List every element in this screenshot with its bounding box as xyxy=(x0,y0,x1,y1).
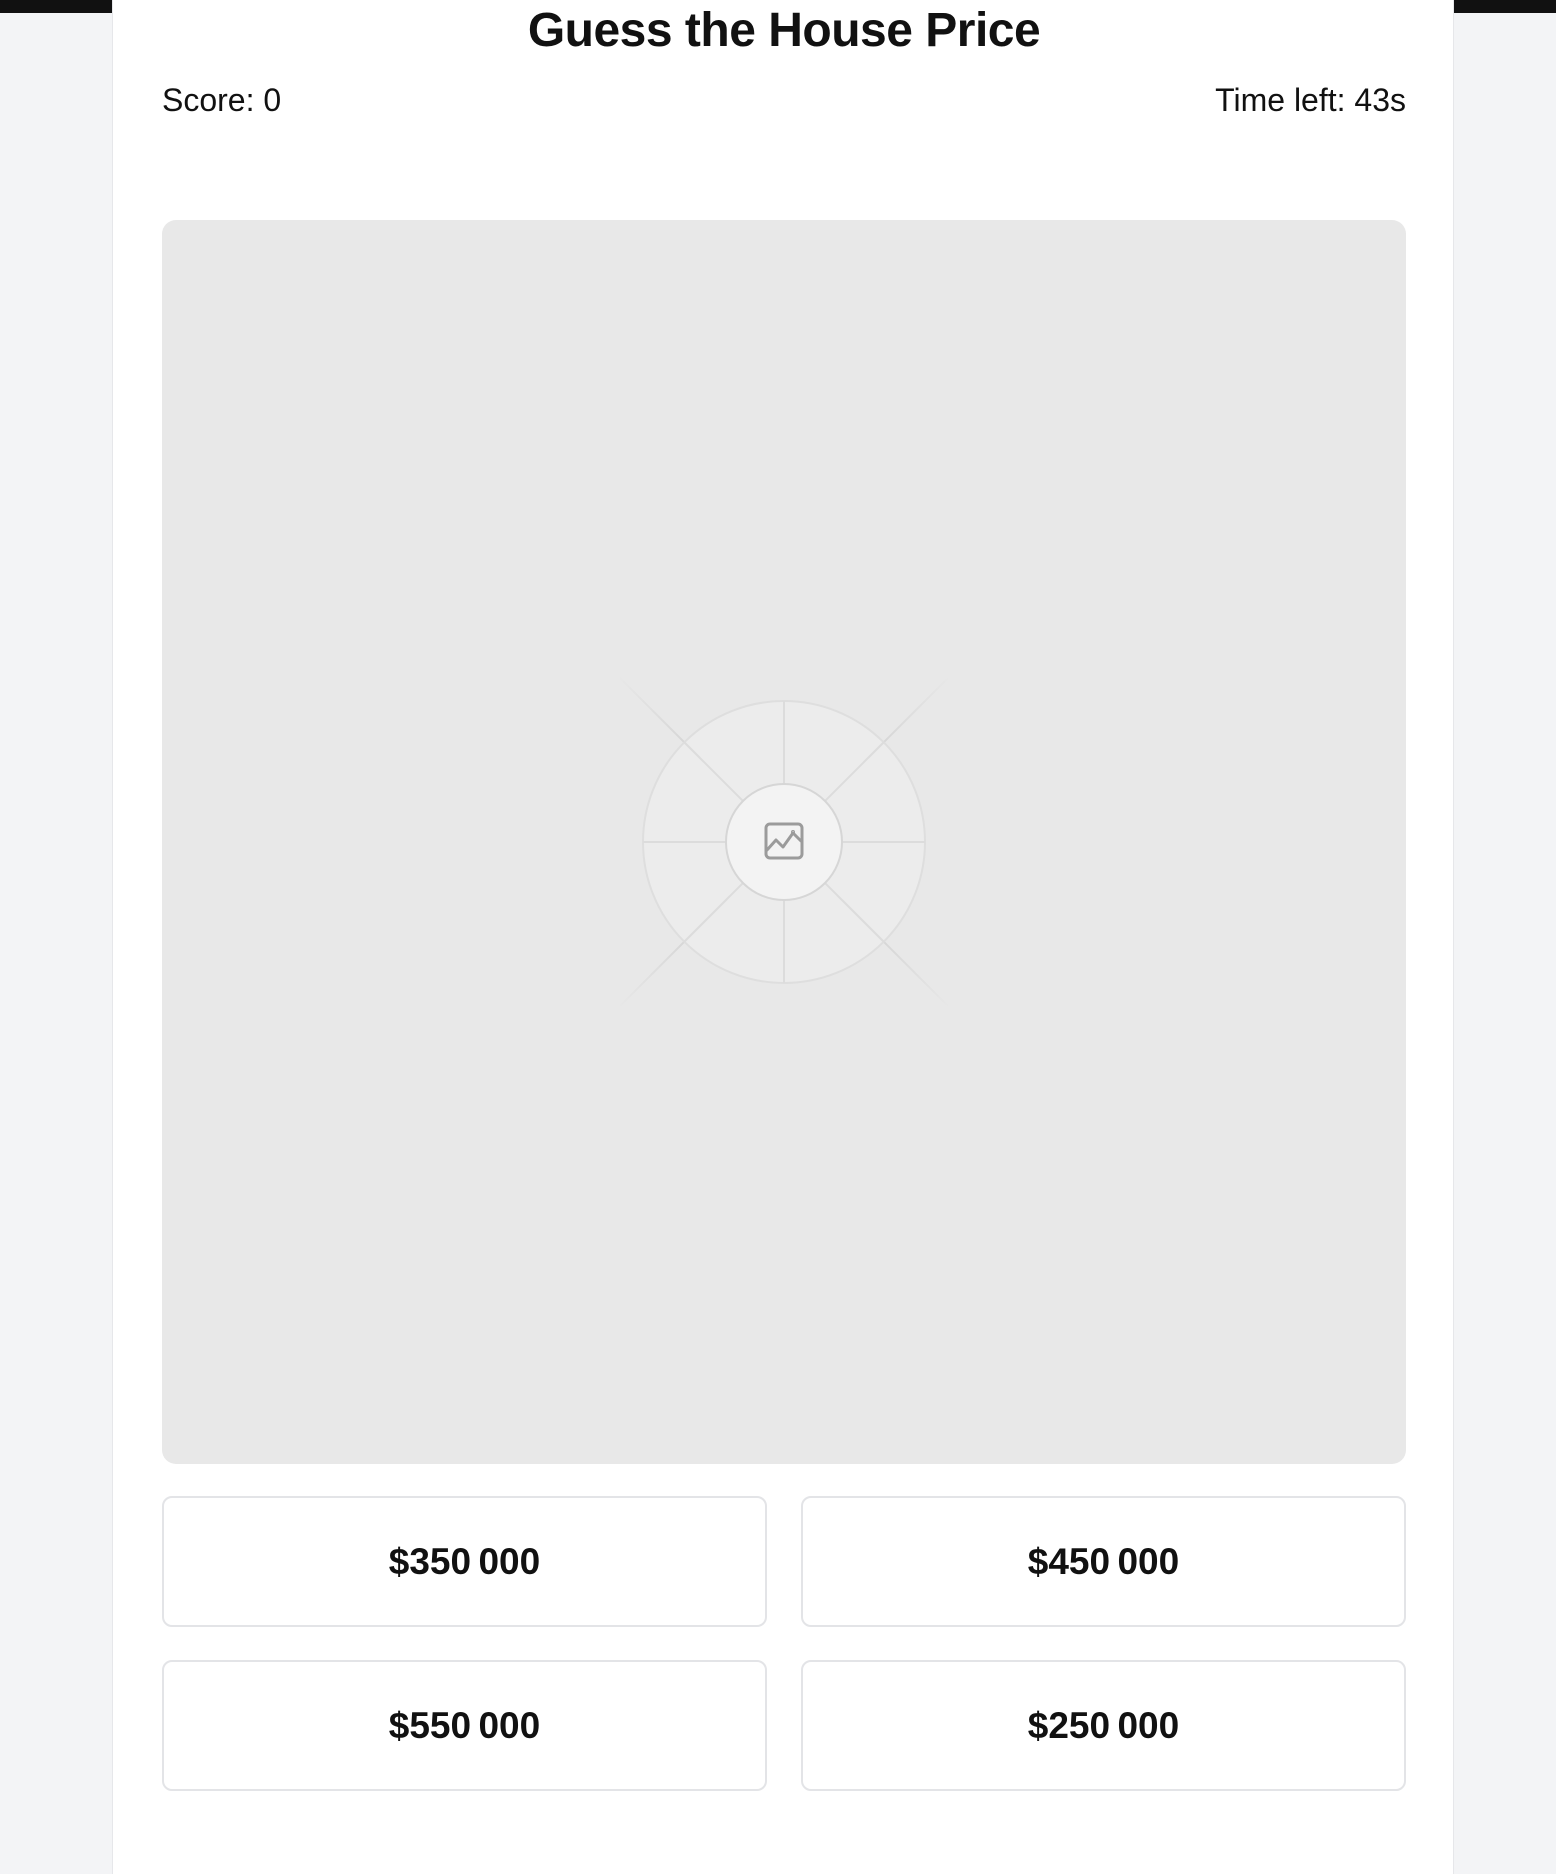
option-button-4[interactable]: $250 000 xyxy=(801,1660,1406,1791)
house-image-placeholder xyxy=(162,220,1406,1464)
placeholder-center-circle xyxy=(725,783,843,901)
option-button-1[interactable]: $350 000 xyxy=(162,1496,767,1627)
option-button-2[interactable]: $450 000 xyxy=(801,1496,1406,1627)
option-button-3[interactable]: $550 000 xyxy=(162,1660,767,1791)
score-label: Score: 0 xyxy=(162,81,282,118)
game-card: Guess the House Price Score: 0 Time left… xyxy=(112,0,1454,1874)
stats-bar: Score: 0 Time left: 43s xyxy=(162,80,1406,120)
timer-label: Time left: 43s xyxy=(1215,81,1406,118)
page-title: Guess the House Price xyxy=(527,4,1041,57)
image-placeholder-graphic xyxy=(577,635,991,1049)
answer-options: $350 000 $450 000 $550 000 $250 000 xyxy=(162,1496,1406,1791)
